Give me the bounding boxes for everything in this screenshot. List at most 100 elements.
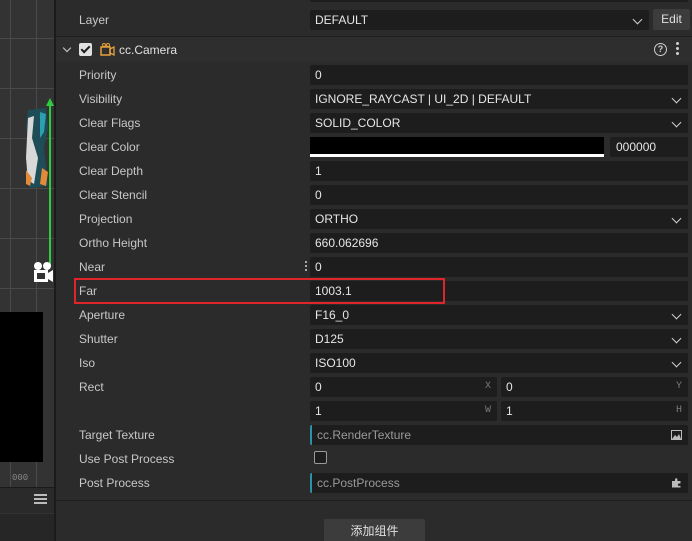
chevron-down-icon	[671, 117, 682, 128]
ortho-height-row: Ortho Height 660.062696	[56, 231, 692, 255]
help-icon[interactable]: ?	[654, 43, 667, 56]
visibility-row: Visibility IGNORE_RAYCAST | UI_2D | DEFA…	[56, 87, 692, 111]
drag-handle-icon[interactable]	[305, 261, 307, 273]
grid-line	[0, 188, 55, 189]
component-enabled-checkbox[interactable]	[79, 43, 92, 56]
clear-depth-input[interactable]: 1	[310, 161, 688, 181]
chevron-down-icon	[671, 213, 682, 224]
grid-line	[0, 238, 55, 239]
ortho-height-input[interactable]: 660.062696	[310, 233, 688, 253]
scene-footer	[0, 514, 55, 541]
visibility-value: IGNORE_RAYCAST | UI_2D | DEFAULT	[315, 92, 532, 106]
rect-x-letter: X	[484, 381, 491, 392]
layer-edit-button[interactable]: Edit	[653, 9, 690, 30]
target-texture-label: Target Texture	[79, 428, 155, 442]
rect-w-letter: W	[484, 405, 491, 416]
use-post-process-checkbox[interactable]	[314, 451, 327, 464]
aperture-label: Aperture	[79, 308, 126, 322]
rect-y-letter: Y	[675, 381, 682, 392]
projection-value: ORTHO	[315, 212, 359, 226]
clear-flags-row: Clear Flags SOLID_COLOR	[56, 111, 692, 135]
near-row: Near 0	[56, 255, 692, 279]
clear-flags-select[interactable]: SOLID_COLOR	[310, 113, 688, 133]
shutter-label: Shutter	[79, 332, 118, 346]
chevron-down-icon	[632, 14, 643, 25]
aperture-row: Aperture F16_0	[56, 303, 692, 327]
rect-h-value: 1	[506, 404, 513, 418]
use-post-process-label: Use Post Process	[79, 452, 175, 466]
y-axis-gizmo[interactable]	[49, 105, 51, 265]
shutter-value: D125	[315, 332, 344, 346]
scene-toolbar	[0, 487, 55, 513]
rect-x-input[interactable]: 0 X	[310, 377, 497, 397]
grid-line	[0, 38, 55, 39]
aperture-value: F16_0	[315, 308, 350, 322]
rect-y-value: 0	[506, 380, 513, 394]
asset-picker-icon[interactable]	[671, 430, 682, 440]
projection-row: Projection ORTHO	[56, 207, 692, 231]
aperture-select[interactable]: F16_0	[310, 305, 688, 325]
target-texture-asset-field[interactable]: cc.RenderTexture	[310, 425, 688, 445]
priority-row: Priority 0	[56, 63, 692, 87]
post-process-label: Post Process	[79, 476, 150, 490]
visibility-select[interactable]: IGNORE_RAYCAST | UI_2D | DEFAULT	[310, 89, 688, 109]
camera-gizmo-icon[interactable]	[32, 260, 54, 284]
projection-select[interactable]: ORTHO	[310, 209, 688, 229]
shutter-row: Shutter D125	[56, 327, 692, 351]
clear-stencil-input[interactable]: 0	[310, 185, 688, 205]
chevron-down-icon	[671, 357, 682, 368]
chevron-down-icon	[671, 333, 682, 344]
iso-label: Iso	[79, 356, 96, 370]
inspector-panel: Layer DEFAULT Edit cc.Camera ? Priority …	[56, 0, 692, 541]
scene-ruler-text: 000	[12, 473, 29, 483]
post-process-row: Post Process cc.PostProcess	[56, 471, 692, 495]
grid-line	[0, 88, 55, 89]
menu-icon[interactable]	[34, 494, 47, 506]
cut-off-field	[310, 0, 688, 2]
cut-off-row	[56, 0, 692, 4]
clear-color-hex-input[interactable]: 000000	[610, 137, 688, 157]
projection-label: Projection	[79, 212, 133, 226]
iso-select[interactable]: ISO100	[310, 353, 688, 373]
rect-h-input[interactable]: 1 H	[501, 401, 688, 421]
camera-viewport-preview	[0, 312, 43, 462]
y-axis-arrow-icon	[46, 98, 54, 106]
near-input[interactable]: 0	[310, 257, 688, 277]
rect-size-row: 1 W 1 H	[56, 399, 692, 423]
layer-row: Layer DEFAULT	[56, 8, 692, 32]
clear-color-swatch[interactable]	[310, 137, 604, 157]
priority-label: Priority	[79, 68, 117, 82]
clear-stencil-row: Clear Stencil 0	[56, 183, 692, 207]
clear-color-label: Clear Color	[79, 140, 140, 154]
rect-row: Rect 0 X 0 Y	[56, 375, 692, 399]
ortho-height-label: Ortho Height	[79, 236, 148, 250]
iso-row: Iso ISO100	[56, 351, 692, 375]
add-component-button[interactable]: 添加组件	[324, 519, 425, 541]
rect-y-input[interactable]: 0 Y	[501, 377, 688, 397]
use-post-process-row: Use Post Process	[56, 447, 692, 471]
collapse-chevron-icon[interactable]	[62, 43, 72, 53]
layer-select[interactable]: DEFAULT	[310, 10, 649, 30]
chevron-down-icon	[671, 309, 682, 320]
highlight-annotation	[74, 278, 445, 304]
rect-w-value: 1	[315, 404, 322, 418]
clear-flags-value: SOLID_COLOR	[315, 116, 401, 130]
target-texture-row: Target Texture cc.RenderTexture	[56, 423, 692, 447]
scene-view[interactable]: 000	[0, 0, 55, 541]
priority-input[interactable]: 0	[310, 65, 688, 85]
camera-component-header[interactable]: cc.Camera ?	[56, 36, 692, 62]
chevron-down-icon	[671, 93, 682, 104]
target-texture-placeholder: cc.RenderTexture	[317, 428, 412, 442]
clear-depth-label: Clear Depth	[79, 164, 144, 178]
near-label: Near	[79, 260, 106, 274]
layer-label: Layer	[79, 13, 110, 27]
post-process-asset-field[interactable]: cc.PostProcess	[310, 473, 688, 493]
shutter-select[interactable]: D125	[310, 329, 688, 349]
clear-flags-label: Clear Flags	[79, 116, 141, 130]
puzzle-icon[interactable]	[671, 478, 682, 488]
more-options-icon[interactable]	[676, 42, 679, 56]
clear-depth-row: Clear Depth 1	[56, 159, 692, 183]
rect-label: Rect	[79, 380, 104, 394]
grid-line	[0, 288, 55, 289]
rect-w-input[interactable]: 1 W	[310, 401, 497, 421]
